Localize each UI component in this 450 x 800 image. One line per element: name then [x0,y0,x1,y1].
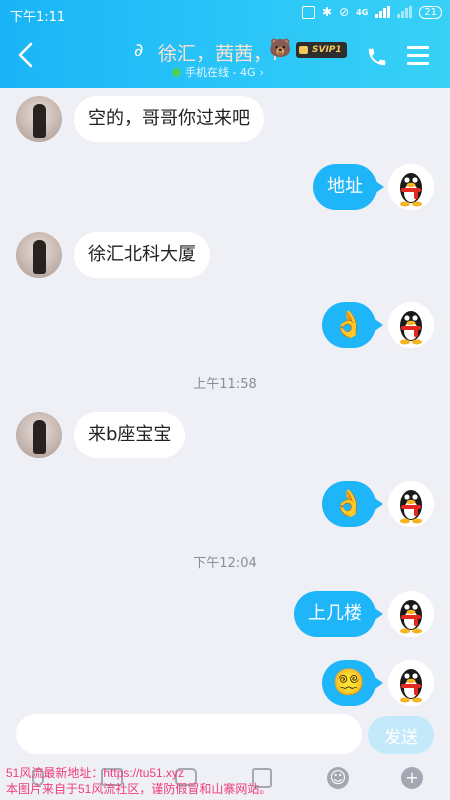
qq-penguin-avatar[interactable] [388,302,434,348]
status-time: 下午1:11 [10,10,66,25]
message-row: 😵‍💫 [0,660,450,706]
incoming-message[interactable]: 徐汇北科大厦 [74,232,210,278]
status-bar: 下午1:11 ✱ ⊘ 4G 21 [0,0,450,28]
app-header: 下午1:11 ✱ ⊘ 4G 21 ∂ 徐汇，茜茜，f 🐻 SVIP1 手机在线 … [0,0,450,88]
contact-avatar[interactable] [16,232,62,278]
outgoing-emoji-message[interactable]: 😵‍💫 [322,660,383,706]
watermark-line-2: 本图片来自于51风流社区，谨防假冒和山寨网站。 [6,782,272,796]
timestamp: 上午11:58 [193,377,257,392]
signal-icon [375,6,391,18]
svip-badge: SVIP1 [296,42,347,58]
chevron-right-icon: › [259,65,264,79]
chat-nav-bar: ∂ 徐汇，茜茜，f 🐻 SVIP1 手机在线 - 4G › [0,28,450,88]
send-button[interactable]: 发送 [368,716,434,754]
message-row: 徐汇北科大厦 [0,232,450,278]
contact-avatar[interactable] [16,96,62,142]
online-dot-icon [172,67,181,77]
qq-penguin-avatar[interactable] [388,591,434,637]
outgoing-emoji-message[interactable]: 👌 [322,481,383,527]
outgoing-message[interactable]: 上几楼 [294,591,383,637]
watermark: 51风流最新地址：https://tu51.xyz 本图片来自于51风流社区，谨… [6,765,346,797]
bluetooth-icon: ✱ [322,5,333,19]
timestamp: 下午12:04 [193,556,257,571]
qq-penguin-avatar[interactable] [388,164,434,210]
signal-secondary-icon [397,6,413,18]
network-type: 4G [356,7,369,17]
outgoing-emoji-message[interactable]: 👌 [322,302,383,348]
message-row: 👌 [0,481,450,527]
alarm-off-icon: ⊘ [339,5,350,19]
status-icons: ✱ ⊘ 4G 21 [302,5,442,19]
bear-emoji-icon: 🐻 [269,38,292,59]
online-status-text: 手机在线 - 4G [185,66,256,79]
qq-penguin-avatar[interactable] [388,481,434,527]
chat-title-area[interactable]: ∂ 徐汇，茜茜，f 🐻 SVIP1 [130,38,370,65]
plus-icon[interactable]: + [398,764,426,790]
outgoing-message[interactable]: 地址 [313,164,384,210]
battery-level: 21 [419,5,442,19]
ear-icon: ∂ [134,40,144,61]
phone-icon[interactable] [366,46,388,68]
vibrate-icon [302,5,315,19]
watermark-line-1: 51风流最新地址：https://tu51.xyz [6,766,185,780]
qq-penguin-avatar[interactable] [388,660,434,706]
message-row: 空的，哥哥你过来吧 [0,96,450,142]
message-row: 地址 [0,164,450,210]
message-row: 来b座宝宝 [0,412,450,458]
contact-avatar[interactable] [16,412,62,458]
incoming-message[interactable]: 来b座宝宝 [74,412,186,458]
message-row: 👌 [0,302,450,348]
message-input[interactable] [16,714,362,754]
chat-title: 徐汇，茜茜，f [158,43,279,65]
incoming-message[interactable]: 空的，哥哥你过来吧 [74,96,264,142]
online-status[interactable]: 手机在线 - 4G › [172,64,264,80]
back-chevron-icon[interactable] [14,42,38,68]
message-row: 上几楼 [0,591,450,637]
menu-icon[interactable] [407,46,429,66]
